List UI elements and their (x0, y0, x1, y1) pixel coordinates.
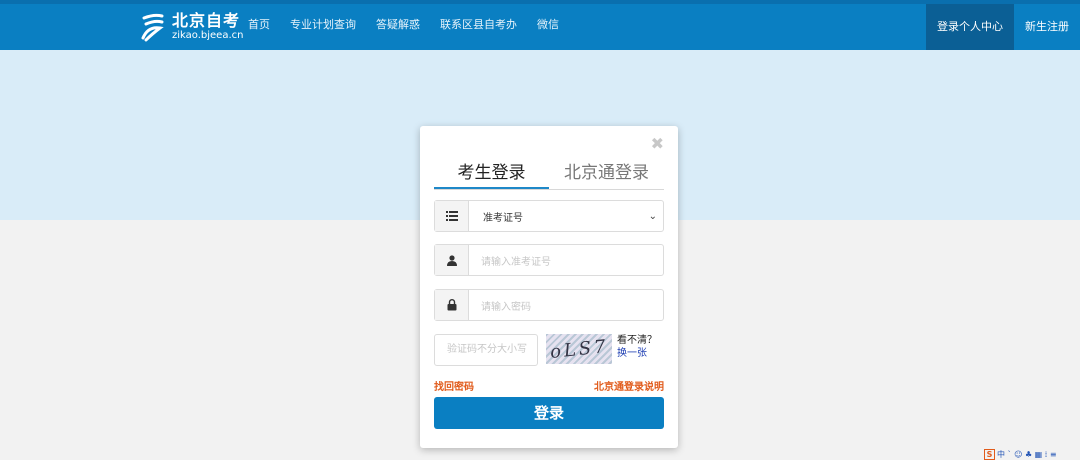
password-placeholder: 请输入密码 (481, 301, 531, 313)
tab-bjt-login[interactable]: 北京通登录 (549, 160, 664, 189)
change-captcha-link[interactable]: 换一张 (617, 347, 657, 360)
forgot-password-link[interactable]: 找回密码 (434, 378, 474, 393)
logo-subtitle: zikao.bjeea.cn (172, 30, 244, 41)
list-icon (435, 201, 469, 231)
modal-links: 找回密码 北京通登录说明 (434, 378, 664, 393)
nav-major-plan[interactable]: 专业计划查询 (290, 16, 356, 32)
captcha-image[interactable]: oLS7 (546, 334, 612, 364)
ime-s-icon: S (984, 448, 995, 460)
nav-home[interactable]: 首页 (248, 16, 270, 32)
captcha-text: oLS7 (548, 335, 610, 363)
captcha-refresh: 看不清？ 换一张 (617, 334, 657, 360)
nav-faq[interactable]: 答疑解惑 (376, 16, 420, 32)
password-field[interactable]: 请输入密码 (434, 289, 664, 321)
register-link[interactable]: 新生注册 (1014, 4, 1080, 50)
ime-toolbar[interactable]: S 中 ˋ ☺ ♣ ▦ ⁞ ≡ (984, 448, 1057, 460)
cant-see-label: 看不清？ (617, 335, 657, 346)
chevron-down-icon: ⌄ (648, 210, 657, 222)
bjt-login-help-link[interactable]: 北京通登录说明 (594, 378, 664, 393)
main-nav: 首页 专业计划查询 答疑解惑 联系区县自考办 微信 (248, 16, 559, 32)
login-button[interactable]: 登录 (434, 397, 664, 429)
login-personal-center-link[interactable]: 登录个人中心 (926, 4, 1014, 50)
captcha-input[interactable]: 验证码不分大小写 (434, 334, 538, 366)
exam-id-field[interactable]: 请输入准考证号 (434, 244, 664, 276)
ime-tray-items: 中 ˋ ☺ ♣ ▦ ⁞ ≡ (997, 449, 1057, 459)
logo-title: 北京自考 (172, 11, 241, 30)
top-strip (0, 0, 1080, 4)
nav-right: 登录个人中心 新生注册 (926, 4, 1080, 50)
login-modal: ✖ 考生登录 北京通登录 准考证号 ⌄ 请输入准考证号 请输入密码 验证码不分大… (420, 126, 678, 448)
login-tabs: 考生登录 北京通登录 (434, 160, 664, 190)
user-icon (435, 245, 469, 275)
exam-id-placeholder: 请输入准考证号 (481, 256, 551, 268)
id-type-select[interactable]: 准考证号 ⌄ (434, 200, 664, 232)
tab-student-login[interactable]: 考生登录 (434, 160, 549, 189)
nav-wechat[interactable]: 微信 (537, 16, 559, 32)
close-icon[interactable]: ✖ (651, 134, 664, 153)
lock-icon (435, 290, 469, 320)
site-logo[interactable]: 北京自考 zikao.bjeea.cn (140, 10, 243, 44)
nav-contact-offices[interactable]: 联系区县自考办 (440, 16, 517, 32)
id-type-value: 准考证号 (483, 212, 523, 224)
logo-icon (141, 13, 164, 42)
